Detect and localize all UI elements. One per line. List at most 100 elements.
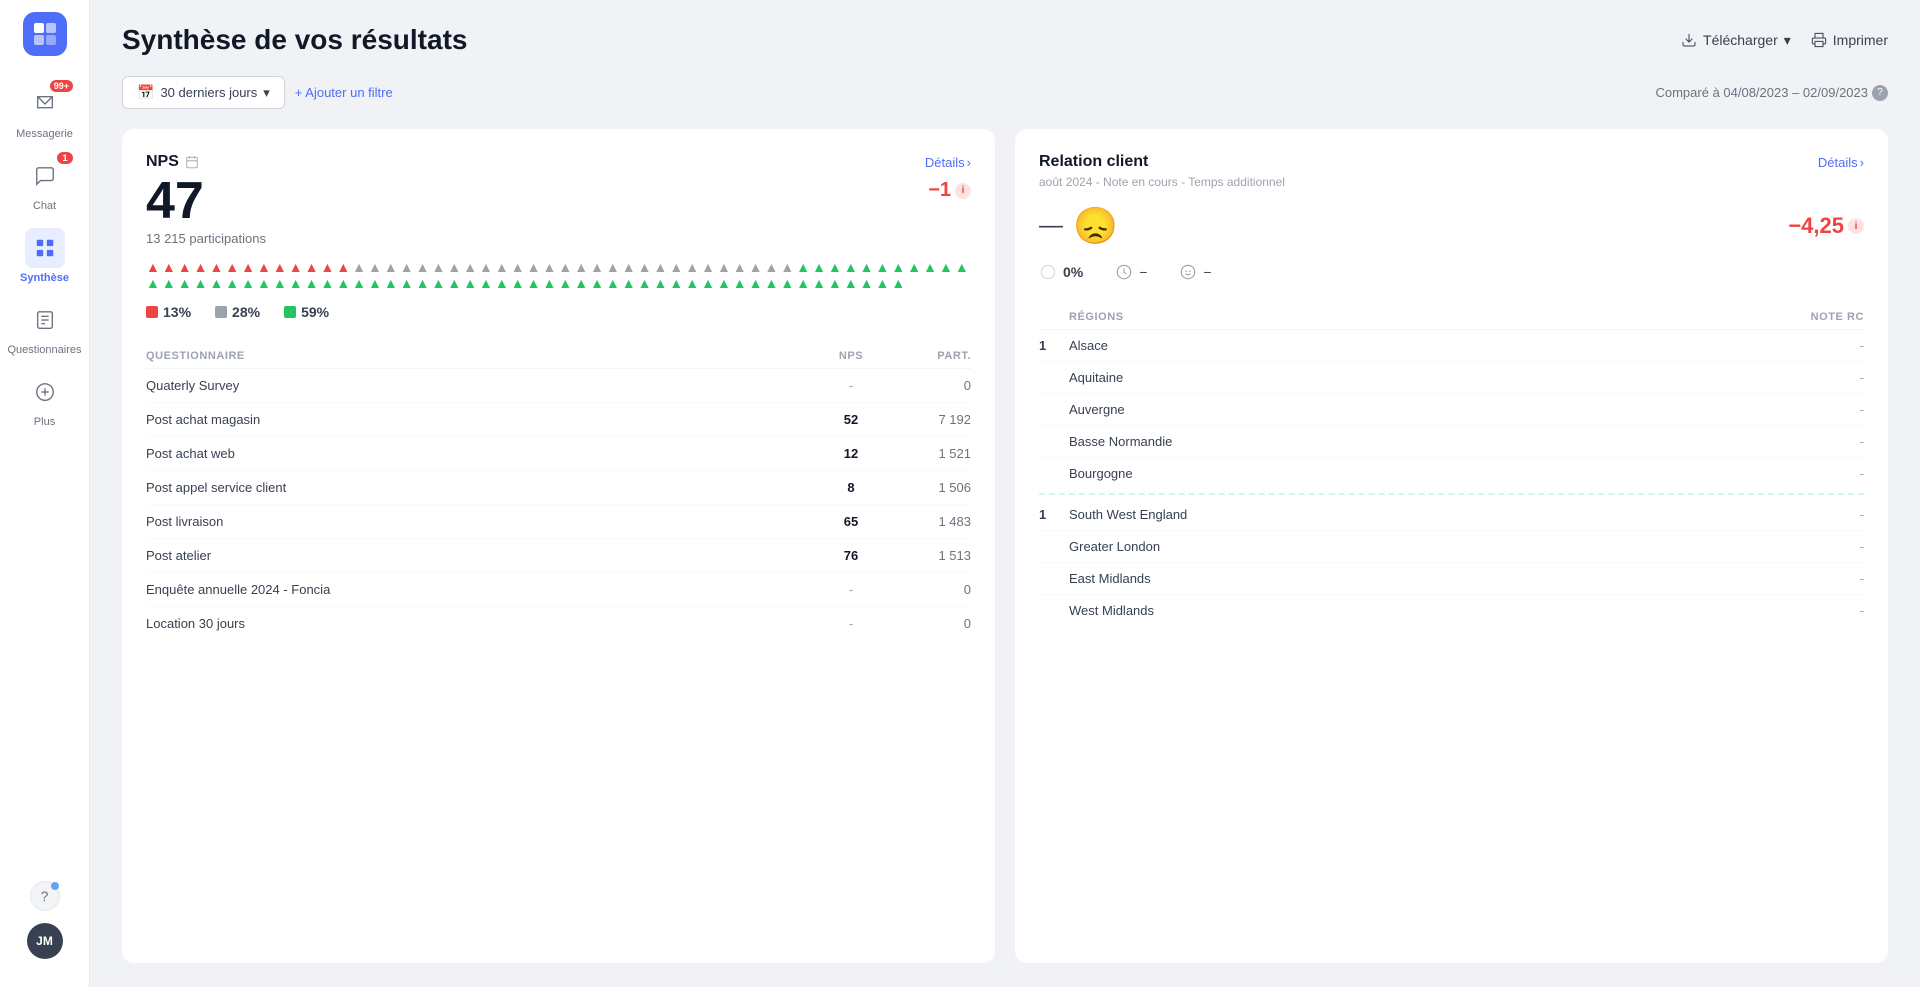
person-icon: ▲ [241, 276, 255, 290]
person-icon: ▲ [558, 260, 572, 274]
region-name: Alsace [1069, 338, 1784, 353]
rc-metric-2: − [1115, 263, 1147, 281]
imprimer-button[interactable]: Imprimer [1811, 32, 1888, 48]
sidebar-item-plus[interactable]: Plus [0, 364, 89, 436]
row-name: Location 30 jours [146, 616, 811, 631]
person-icon: ▲ [289, 276, 303, 290]
person-icon: ▲ [336, 260, 350, 274]
add-filter-button[interactable]: + Ajouter un filtre [295, 85, 393, 100]
person-icon: ▲ [574, 276, 588, 290]
person-icon: ▲ [669, 276, 683, 290]
person-icon: ▲ [495, 260, 509, 274]
person-icon: ▲ [162, 276, 176, 290]
rc-details-link[interactable]: Détails › [1818, 155, 1864, 170]
row-nps: 8 [811, 480, 891, 495]
person-icon: ▲ [780, 276, 794, 290]
table-row: Post livraison 65 1 483 [146, 505, 971, 539]
person-icon: ▲ [828, 276, 842, 290]
person-icon: ▲ [558, 276, 572, 290]
person-icon: ▲ [923, 260, 937, 274]
person-icon: ▲ [876, 260, 890, 274]
person-icon: ▲ [289, 260, 303, 274]
person-icon: ▲ [368, 260, 382, 274]
person-icon: ▲ [780, 260, 794, 274]
person-icon: ▲ [305, 276, 319, 290]
person-icon: ▲ [796, 276, 810, 290]
help-button[interactable]: ? [30, 881, 60, 911]
person-icon: ▲ [765, 260, 779, 274]
person-icon: ▲ [209, 276, 223, 290]
person-icon: ▲ [733, 260, 747, 274]
compare-help-icon[interactable]: ? [1872, 85, 1888, 101]
region-note: - [1784, 466, 1864, 481]
nps-card: NPS Détails › 47 −1 i [122, 129, 995, 963]
user-avatar[interactable]: JM [27, 923, 63, 959]
rc-change: −4,25 i [1788, 213, 1864, 239]
nps-score: 47 [146, 175, 204, 227]
person-icon: ▲ [400, 260, 414, 274]
person-icon: ▲ [638, 260, 652, 274]
circle-metric-icon [1039, 263, 1057, 281]
person-icon: ▲ [479, 276, 493, 290]
row-nps: 52 [811, 412, 891, 427]
region-note: - [1784, 338, 1864, 353]
person-icon: ▲ [891, 260, 905, 274]
region-row: Auvergne - [1039, 394, 1864, 426]
region-row: Bourgogne - [1039, 458, 1864, 489]
person-icon: ▲ [463, 276, 477, 290]
row-nps: 76 [811, 548, 891, 563]
person-icon: ▲ [320, 276, 334, 290]
rc-metric-3: − [1179, 263, 1211, 281]
person-icon: ▲ [194, 276, 208, 290]
sidebar-item-questionnaires[interactable]: Questionnaires [0, 292, 89, 364]
person-icon: ▲ [352, 260, 366, 274]
person-icon: ▲ [590, 276, 604, 290]
download-icon [1681, 32, 1697, 48]
app-logo[interactable] [23, 12, 67, 56]
person-icon: ▲ [828, 260, 842, 274]
row-name: Quaterly Survey [146, 378, 811, 393]
synthese-label: Synthèse [20, 272, 69, 284]
table-row: Location 30 jours - 0 [146, 607, 971, 640]
region-name: Bourgogne [1069, 466, 1784, 481]
detractors-legend: 13% [146, 304, 191, 320]
clock-metric-icon [1115, 263, 1133, 281]
sidebar-item-messagerie[interactable]: 99+ Messagerie [0, 76, 89, 148]
person-icon: ▲ [606, 260, 620, 274]
person-icon: ▲ [939, 260, 953, 274]
region-row: Basse Normandie - [1039, 426, 1864, 458]
person-icon: ▲ [574, 260, 588, 274]
person-icon: ▲ [194, 260, 208, 274]
synthese-icon [34, 237, 56, 259]
person-icon: ▲ [622, 276, 636, 290]
person-icon: ▲ [416, 276, 430, 290]
person-icon: ▲ [368, 276, 382, 290]
help-dot [51, 882, 59, 890]
nps-change-info-icon[interactable]: i [955, 183, 971, 199]
person-icon: ▲ [812, 260, 826, 274]
questionnaires-icon-wrap [25, 300, 65, 340]
person-icon: ▲ [511, 260, 525, 274]
person-icon: ▲ [273, 276, 287, 290]
rc-score-row: — 😞 −4,25 i [1039, 205, 1864, 247]
rc-change-info-icon[interactable]: i [1848, 218, 1864, 234]
nps-details-link[interactable]: Détails › [925, 155, 971, 170]
telecharger-button[interactable]: Télécharger ▾ [1681, 32, 1791, 49]
plus-label: Plus [34, 416, 55, 428]
person-icon: ▲ [685, 276, 699, 290]
sidebar-item-chat[interactable]: 1 Chat [0, 148, 89, 220]
person-icon: ▲ [447, 260, 461, 274]
person-icon: ▲ [225, 276, 239, 290]
person-icon: ▲ [463, 260, 477, 274]
rc-subtitle: août 2024 - Note en cours - Temps additi… [1039, 175, 1864, 189]
filters-row: 📅 30 derniers jours ▾ + Ajouter un filtr… [122, 76, 1888, 109]
page-title: Synthèse de vos résultats [122, 24, 467, 56]
table-row: Enquête annuelle 2024 - Foncia - 0 [146, 573, 971, 607]
promoters-dot [284, 306, 296, 318]
table-row: Post achat magasin 52 7 192 [146, 403, 971, 437]
date-filter-button[interactable]: 📅 30 derniers jours ▾ [122, 76, 285, 109]
row-part: 1 521 [891, 446, 971, 461]
sidebar-item-synthese[interactable]: Synthèse [0, 220, 89, 292]
person-icon: ▲ [812, 276, 826, 290]
rc-metrics-row: 0% − − [1039, 263, 1864, 281]
